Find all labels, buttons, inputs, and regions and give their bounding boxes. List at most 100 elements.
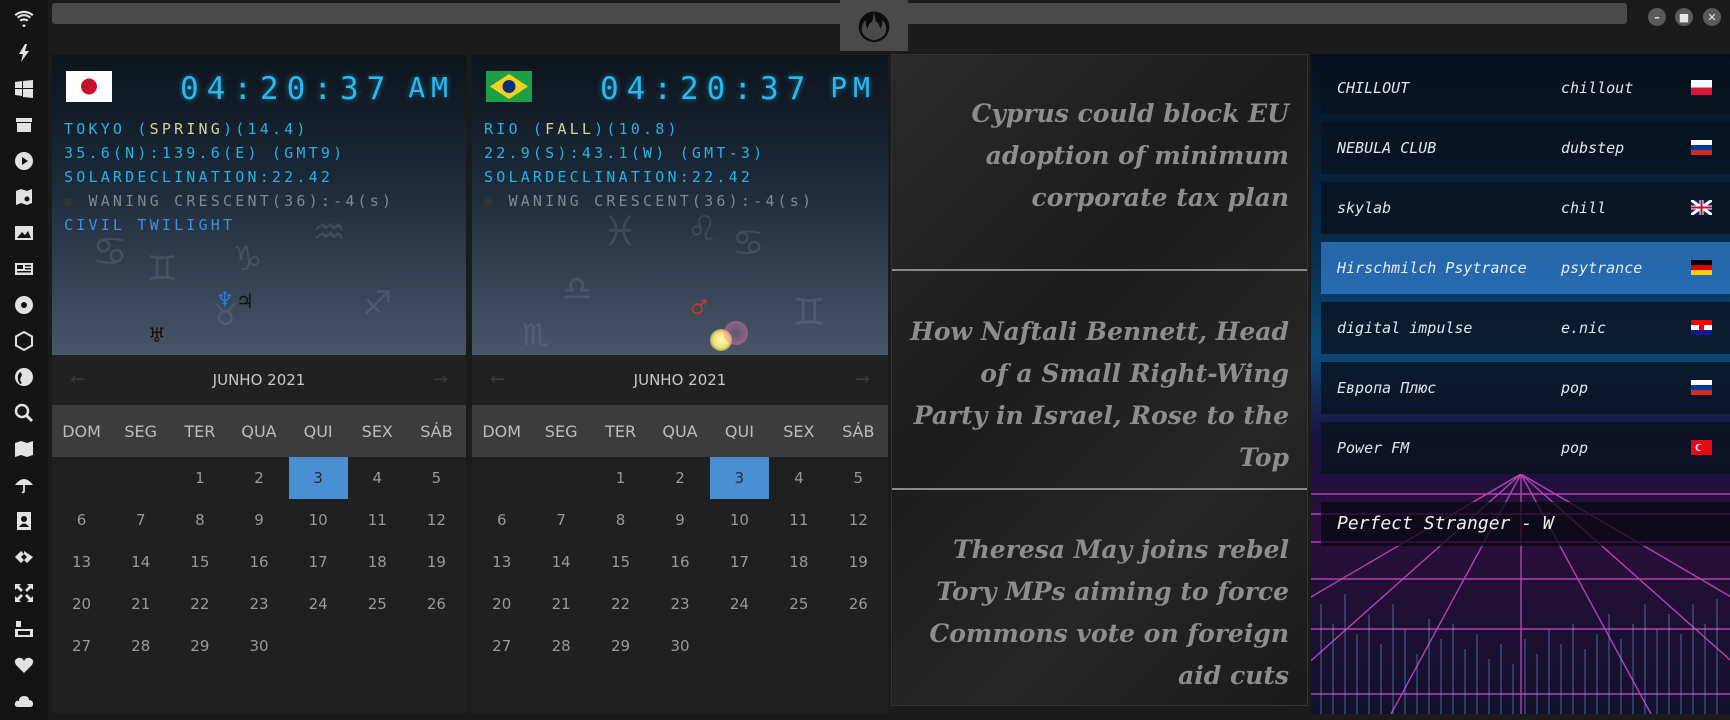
calendar-day[interactable]: 20 [472, 583, 531, 625]
world-clock-tokyo: 04:20:37 AM TOKYO (SPRING)(14.4) 35.6(N)… [52, 55, 466, 713]
news-headline[interactable]: Theresa May joins rebel Tory MPs aiming … [909, 529, 1289, 697]
calendar-day[interactable]: 18 [348, 541, 407, 583]
calendar-day[interactable]: 4 [348, 457, 407, 499]
calendar-day[interactable]: 23 [229, 583, 288, 625]
calendar-day[interactable]: 17 [710, 541, 769, 583]
calendar-day[interactable]: 2 [650, 457, 709, 499]
globe-icon[interactable] [12, 365, 36, 389]
calendar-day[interactable]: 21 [531, 583, 590, 625]
maximize-button[interactable]: ■ [1675, 8, 1693, 26]
calendar-day[interactable]: 24 [289, 583, 348, 625]
calendar-day[interactable]: 7 [111, 499, 170, 541]
calendar-day[interactable]: 13 [52, 541, 111, 583]
calendar-day[interactable]: 14 [531, 541, 590, 583]
news-headline[interactable]: How Naftali Bennett, Head of a Small Rig… [909, 311, 1289, 479]
calendar-day[interactable]: 18 [769, 541, 828, 583]
next-month-icon[interactable]: → [855, 369, 870, 390]
map-icon[interactable] [12, 437, 36, 461]
calendar-day[interactable]: 13 [472, 541, 531, 583]
contacts-icon[interactable] [12, 509, 36, 533]
wifi-icon[interactable] [12, 6, 36, 30]
youtube-icon[interactable] [12, 617, 36, 641]
calendar-day[interactable]: 5 [829, 457, 888, 499]
calendar-day[interactable]: 17 [289, 541, 348, 583]
calendar-day[interactable]: 24 [710, 583, 769, 625]
calendar-day[interactable]: 19 [407, 541, 466, 583]
calendar-day[interactable]: 8 [591, 499, 650, 541]
umbrella-icon[interactable] [12, 473, 36, 497]
calendar-day[interactable]: 20 [52, 583, 111, 625]
station-row[interactable]: CHILLOUT chillout [1321, 62, 1730, 114]
calendar-day[interactable]: 29 [170, 625, 229, 667]
calendar-day[interactable]: 30 [650, 625, 709, 667]
calendar-day[interactable]: 28 [531, 625, 590, 667]
calendar-day[interactable]: 9 [229, 499, 288, 541]
expand-icon[interactable] [12, 581, 36, 605]
calendar-day[interactable]: 30 [229, 625, 288, 667]
calendar-day[interactable]: 12 [407, 499, 466, 541]
station-row[interactable]: skylab chill [1321, 182, 1730, 234]
calendar-day[interactable]: 21 [111, 583, 170, 625]
station-row[interactable]: digital impulse e.nic [1321, 302, 1730, 354]
settings-wheel-icon[interactable] [12, 293, 36, 317]
calendar-day[interactable]: 1 [591, 457, 650, 499]
calendar-day[interactable]: 12 [829, 499, 888, 541]
calendar-day[interactable]: 19 [829, 541, 888, 583]
calendar-day[interactable]: 1 [170, 457, 229, 499]
station-row[interactable]: Power FM pop [1321, 422, 1730, 474]
now-playing[interactable]: Perfect Stranger - W [1321, 502, 1730, 546]
heart-icon[interactable] [12, 653, 36, 677]
calendar-day[interactable]: 27 [472, 625, 531, 667]
calendar-day[interactable]: 28 [111, 625, 170, 667]
news-icon[interactable] [12, 257, 36, 281]
calendar-day-today[interactable]: 3 [709, 457, 770, 499]
calendar-day[interactable]: 25 [769, 583, 828, 625]
calendar-day[interactable]: 16 [650, 541, 709, 583]
calendar-day[interactable]: 11 [348, 499, 407, 541]
play-icon[interactable] [12, 149, 36, 173]
calendar-day[interactable]: 6 [472, 499, 531, 541]
archive-icon[interactable] [12, 113, 36, 137]
lightning-icon[interactable] [12, 41, 36, 65]
calendar-day[interactable]: 15 [591, 541, 650, 583]
calendar-day-today[interactable]: 3 [288, 457, 348, 499]
hexagon-icon[interactable] [12, 329, 36, 353]
calendar-day[interactable]: 26 [829, 583, 888, 625]
calendar-day[interactable]: 22 [170, 583, 229, 625]
search-icon[interactable] [12, 401, 36, 425]
windows-icon[interactable] [12, 77, 36, 101]
close-button[interactable]: ✕ [1703, 8, 1721, 26]
calendar-day[interactable]: 10 [289, 499, 348, 541]
calendar-day[interactable]: 23 [650, 583, 709, 625]
calendar-day[interactable]: 15 [170, 541, 229, 583]
news-headline[interactable]: Cyprus could block EU adoption of minimu… [909, 93, 1289, 219]
calendar-day[interactable]: 14 [111, 541, 170, 583]
tags-icon[interactable] [12, 545, 36, 569]
calendar-day[interactable]: 9 [650, 499, 709, 541]
cloud-icon[interactable] [12, 689, 36, 713]
prev-month-icon[interactable]: ← [70, 369, 85, 390]
calendar-day[interactable]: 8 [170, 499, 229, 541]
image-icon[interactable] [12, 221, 36, 245]
calendar-day[interactable]: 22 [591, 583, 650, 625]
calendar-day[interactable]: 25 [348, 583, 407, 625]
calendar-day[interactable]: 10 [710, 499, 769, 541]
minimize-button[interactable]: – [1648, 8, 1666, 26]
atlas-icon[interactable] [12, 185, 36, 209]
calendar-day[interactable]: 7 [531, 499, 590, 541]
station-row[interactable]: NEBULA CLUB dubstep [1321, 122, 1730, 174]
station-row[interactable]: Hirschmilch Psytrance psytrance [1321, 242, 1730, 294]
calendar-day[interactable]: 27 [52, 625, 111, 667]
calendar-day[interactable]: 26 [407, 583, 466, 625]
station-row[interactable]: Европа Плюс pop [1321, 362, 1730, 414]
calendar-day[interactable]: 5 [407, 457, 466, 499]
calendar-day[interactable]: 6 [52, 499, 111, 541]
calendar-day[interactable]: 11 [769, 499, 828, 541]
calendar-day[interactable]: 29 [591, 625, 650, 667]
rebel-alliance-icon[interactable] [840, 0, 908, 51]
prev-month-icon[interactable]: ← [490, 369, 505, 390]
calendar-day[interactable]: 4 [769, 457, 828, 499]
next-month-icon[interactable]: → [433, 369, 448, 390]
calendar-day[interactable]: 16 [229, 541, 288, 583]
calendar-day[interactable]: 2 [229, 457, 288, 499]
